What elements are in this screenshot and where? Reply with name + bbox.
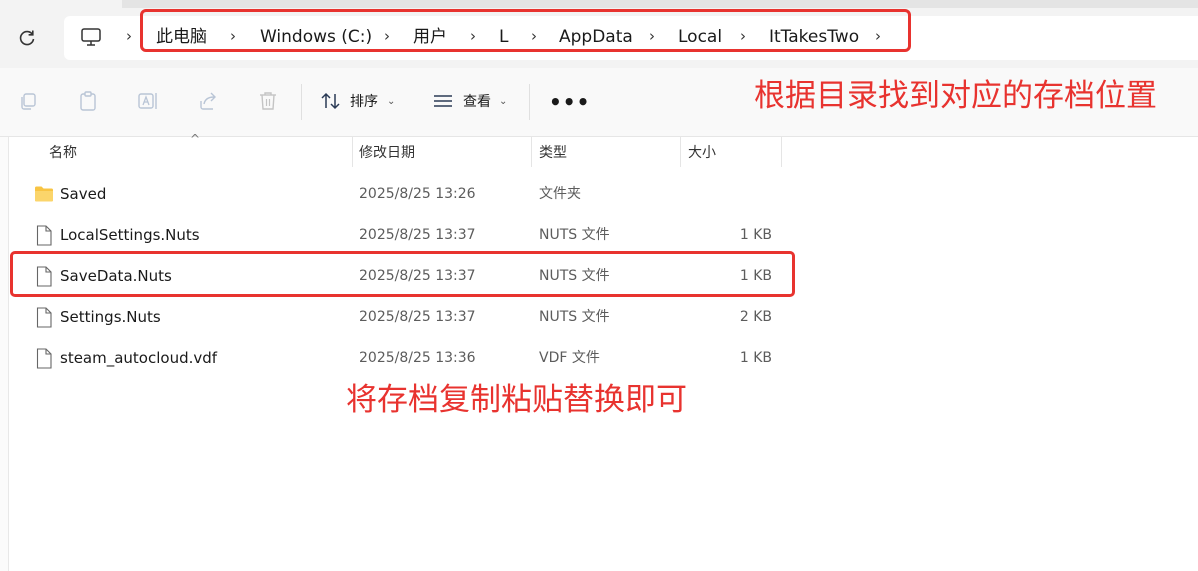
annotation-bottom-text: 将存档复制粘贴替换即可: [346, 382, 687, 418]
file-icon[interactable]: [34, 224, 54, 246]
copy-button[interactable]: [17, 90, 39, 112]
view-button[interactable]: [432, 90, 454, 112]
this-pc-button[interactable]: [78, 24, 104, 50]
file-size: 2 KB: [739, 309, 772, 325]
delete-button[interactable]: [257, 90, 279, 112]
file-type: 文件夹: [539, 186, 581, 202]
file-size: 1 KB: [739, 350, 772, 366]
rename-icon: [138, 93, 157, 109]
paste-button[interactable]: [77, 90, 99, 112]
clipboard-icon: [80, 91, 96, 111]
file-date: 2025/8/25 13:37: [359, 227, 476, 243]
share-icon: [200, 92, 216, 110]
column-header-type[interactable]: 类型: [539, 140, 567, 166]
toolbar-divider: [301, 84, 302, 120]
refresh-icon: [19, 30, 35, 46]
share-button[interactable]: [197, 90, 219, 112]
sort-label[interactable]: 排序: [350, 92, 378, 112]
column-divider[interactable]: [352, 137, 353, 167]
file-type: VDF 文件: [539, 350, 600, 366]
column-header-name[interactable]: 名称: [49, 140, 77, 166]
sort-arrows-icon: [321, 92, 340, 110]
rename-button[interactable]: [137, 90, 159, 112]
file-date: 2025/8/25 13:26: [359, 186, 476, 202]
file-type: NUTS 文件: [539, 309, 610, 325]
file-name[interactable]: Settings.Nuts: [60, 306, 161, 328]
column-header-size[interactable]: 大小: [688, 140, 716, 166]
navigation-pane-edge[interactable]: [0, 137, 9, 571]
folder-icon[interactable]: [34, 183, 54, 205]
copy-icon: [21, 93, 36, 110]
file-name[interactable]: steam_autocloud.vdf: [60, 347, 217, 369]
view-label[interactable]: 查看: [463, 92, 491, 112]
file-date: 2025/8/25 13:36: [359, 350, 476, 366]
refresh-button[interactable]: [14, 25, 40, 51]
column-divider[interactable]: [531, 137, 532, 167]
sort-button[interactable]: [320, 90, 342, 112]
view-lines-icon: [434, 95, 452, 107]
title-strip: [122, 0, 1198, 8]
savedata-highlight-box: [10, 251, 795, 297]
file-icon[interactable]: [34, 347, 54, 369]
file-size: [690, 183, 772, 205]
annotation-top-text: 根据目录找到对应的存档位置: [754, 78, 1157, 114]
column-header-date[interactable]: 修改日期: [359, 140, 415, 166]
path-highlight-box: [140, 9, 911, 52]
trash-icon: [260, 92, 276, 110]
more-options-button[interactable]: •••: [549, 92, 590, 112]
file-icon[interactable]: [34, 306, 54, 328]
monitor-icon: [81, 28, 101, 46]
file-name[interactable]: Saved: [60, 183, 106, 205]
file-size: 1 KB: [739, 227, 772, 243]
column-divider[interactable]: [781, 137, 782, 167]
file-name[interactable]: LocalSettings.Nuts: [60, 224, 200, 246]
chevron-down-icon[interactable]: ⌄: [499, 92, 507, 112]
file-type: NUTS 文件: [539, 227, 610, 243]
chevron-right-icon[interactable]: ›: [122, 25, 136, 47]
chevron-down-icon[interactable]: ⌄: [387, 92, 395, 112]
toolbar-divider: [529, 84, 530, 120]
sort-ascending-icon: ^: [190, 132, 201, 146]
file-date: 2025/8/25 13:37: [359, 309, 476, 325]
column-divider[interactable]: [680, 137, 681, 167]
